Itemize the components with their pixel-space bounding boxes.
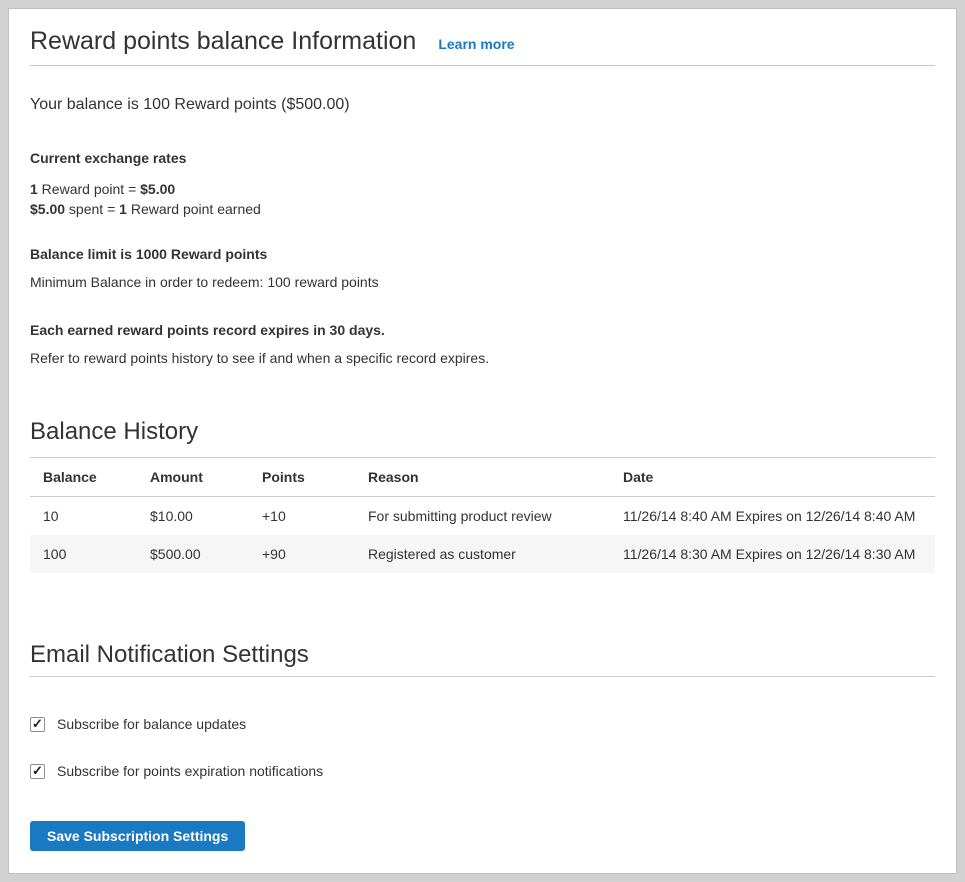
table-row: 10 $10.00 +10 For submitting product rev…	[30, 497, 935, 536]
balance-updates-checkbox[interactable]	[30, 717, 45, 732]
table-header-row: Balance Amount Points Reason Date	[30, 458, 935, 497]
cell-date: 11/26/14 8:30 AM Expires on 12/26/14 8:3…	[610, 535, 935, 573]
column-header-points: Points	[249, 458, 355, 497]
cell-amount: $500.00	[137, 535, 249, 573]
page-title: Reward points balance Information	[30, 25, 416, 58]
points-expiration-label[interactable]: Subscribe for points expiration notifica…	[57, 763, 323, 779]
cell-amount: $10.00	[137, 497, 249, 536]
cell-points: +90	[249, 535, 355, 573]
exchange-rates: 1 Reward point = $5.00 $5.00 spent = 1 R…	[30, 179, 935, 219]
exchange-rate-line-1: 1 Reward point = $5.00	[30, 179, 935, 199]
column-header-balance: Balance	[30, 458, 137, 497]
points-expiration-option: Subscribe for points expiration notifica…	[30, 763, 935, 779]
email-notification-heading: Email Notification Settings	[30, 640, 935, 677]
balance-updates-label[interactable]: Subscribe for balance updates	[57, 716, 246, 732]
minimum-balance-note: Minimum Balance in order to redeem: 100 …	[30, 273, 935, 292]
column-header-date: Date	[610, 458, 935, 497]
cell-balance: 100	[30, 535, 137, 573]
expiry-note: Refer to reward points history to see if…	[30, 349, 935, 368]
points-expiration-checkbox[interactable]	[30, 764, 45, 779]
balance-history-table: Balance Amount Points Reason Date 10 $10…	[30, 458, 935, 573]
learn-more-link[interactable]: Learn more	[438, 36, 514, 52]
balance-updates-option: Subscribe for balance updates	[30, 716, 935, 732]
cell-reason: Registered as customer	[355, 535, 610, 573]
balance-history-heading: Balance History	[30, 417, 935, 458]
column-header-amount: Amount	[137, 458, 249, 497]
table-row: 100 $500.00 +90 Registered as customer 1…	[30, 535, 935, 573]
cell-date: 11/26/14 8:40 AM Expires on 12/26/14 8:4…	[610, 497, 935, 536]
column-header-reason: Reason	[355, 458, 610, 497]
page-header: Reward points balance Information Learn …	[30, 9, 935, 66]
cell-points: +10	[249, 497, 355, 536]
balance-limit-heading: Balance limit is 1000 Reward points	[30, 245, 935, 264]
exchange-rates-heading: Current exchange rates	[30, 149, 935, 168]
cell-reason: For submitting product review	[355, 497, 610, 536]
expiry-heading: Each earned reward points record expires…	[30, 321, 935, 340]
reward-points-card: Reward points balance Information Learn …	[8, 8, 957, 874]
cell-balance: 10	[30, 497, 137, 536]
exchange-rate-line-2: $5.00 spent = 1 Reward point earned	[30, 199, 935, 219]
save-subscription-settings-button[interactable]: Save Subscription Settings	[30, 821, 245, 851]
balance-summary: Your balance is 100 Reward points ($500.…	[30, 94, 935, 116]
